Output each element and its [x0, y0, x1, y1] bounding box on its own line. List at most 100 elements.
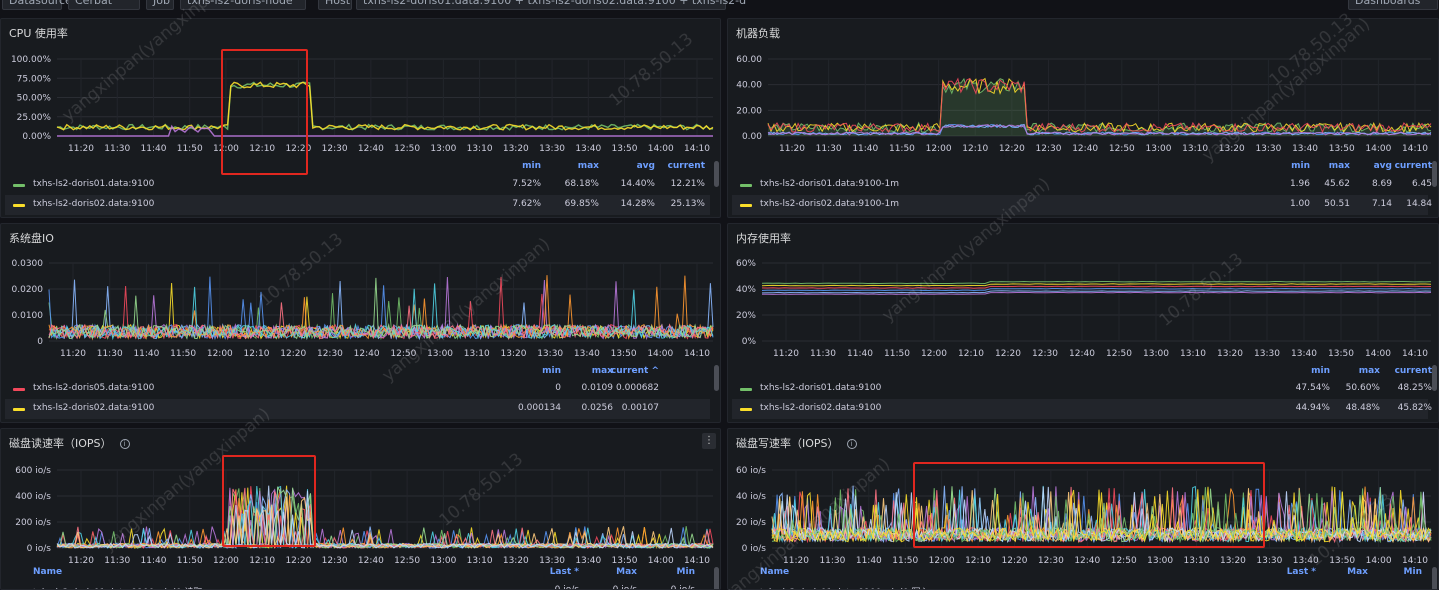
x-tick-label: 13:40 — [575, 556, 601, 566]
y-tick-label: 20 io/s — [736, 518, 766, 528]
x-tick-label: 13:30 — [1256, 556, 1282, 566]
x-tick-label: 12:40 — [354, 349, 380, 359]
legend-value: 68.18% — [564, 179, 599, 189]
host-select[interactable]: txhs-ls2-doris01.data:9100 + txhs-ls2-do… — [356, 0, 746, 10]
series-line — [767, 77, 1432, 134]
x-tick-label: 13:50 — [1328, 349, 1354, 359]
legend-scrollbar[interactable] — [714, 365, 719, 391]
legend-header-3[interactable]: current — [1382, 161, 1432, 171]
variables-bar: Datasource Cerbat Job txhs-ls2-doris-nod… — [0, 0, 1439, 14]
legend-header-2[interactable]: current ^ — [609, 366, 659, 376]
x-tick-label: 13:20 — [1220, 556, 1246, 566]
legend-color-swatch — [740, 388, 752, 391]
x-tick-label: 11:30 — [104, 556, 130, 566]
x-tick-label: 12:40 — [358, 144, 384, 154]
legend-header-0[interactable]: Name — [760, 567, 789, 577]
legend-header-3[interactable]: Min — [1372, 567, 1422, 577]
x-tick-label: 12:30 — [322, 144, 348, 154]
legend-scrollbar[interactable] — [1432, 567, 1437, 589]
legend-header-1[interactable]: max — [563, 366, 613, 376]
legend-value: 0 — [555, 383, 561, 393]
legend-row[interactable]: txhs-ls2-doris01.data:9100-1m 1.96 45.62 8.… — [732, 175, 1432, 195]
legend-value: 25.13% — [670, 199, 705, 209]
y-tick-label: 20% — [736, 311, 756, 321]
legend-header-2[interactable]: current — [1382, 366, 1432, 376]
legend-header-1[interactable]: Last * — [529, 567, 579, 577]
panel-system-disk-io: 系统盘IO 0.0300 0.0200 0.0100 0 11:20 11:30 11:40… — [0, 223, 721, 423]
legend-series-name: txhs-ls2-doris02.data:9100 — [33, 199, 155, 209]
legend-header-3[interactable]: current — [655, 161, 705, 171]
series-line — [56, 485, 714, 549]
datasource-select[interactable]: Cerbat — [68, 0, 140, 10]
x-tick-label: 13:10 — [1184, 556, 1210, 566]
x-tick-label: 12:30 — [1032, 349, 1058, 359]
legend-scrollbar[interactable] — [1432, 161, 1437, 187]
y-tick-label: 0 io/s — [742, 544, 767, 554]
legend-value: 14.84 — [1406, 199, 1432, 209]
legend-header-2[interactable]: Max — [587, 567, 637, 577]
panel-machine-load: 机器负载 60.00 40.00 20.00 0.00 11:20 11:30 11:40 1… — [727, 18, 1439, 218]
legend-value: 48.25% — [1397, 383, 1432, 393]
x-tick-label: 12:20 — [280, 349, 306, 359]
x-tick-label: 13:30 — [539, 556, 565, 566]
legend-header-0[interactable]: min — [1280, 366, 1330, 376]
x-tick-label: 12:20 — [995, 349, 1021, 359]
x-tick-label: 11:40 — [141, 144, 167, 154]
legend-row[interactable]: txhs-ls2-doris01.data:9100_nbd0 写入 — [732, 581, 1428, 589]
x-tick-label: 13:00 — [430, 144, 456, 154]
x-tick-label: 14:00 — [647, 349, 673, 359]
panel-memory-usage: 内存使用率 60% 40% 20% 0% 11:20 11:30 11:40 11:50 12:… — [727, 223, 1439, 423]
x-tick-label: 13:50 — [1329, 556, 1355, 566]
x-tick-label: 13:40 — [1291, 349, 1317, 359]
datasource-label: Datasource — [2, 0, 72, 10]
x-tick-label: 12:00 — [929, 556, 955, 566]
legend-header-0[interactable]: Name — [33, 567, 62, 577]
legend-header-1[interactable]: Last * — [1266, 567, 1316, 577]
legend-row[interactable]: txhs-ls2-doris01.data:9100_nbd0 读取 0 io/s… — [5, 581, 710, 589]
x-tick-label: 13:00 — [1143, 349, 1169, 359]
legend-row[interactable]: txhs-ls2-doris02.data:9100 0.000134 0.0256… — [5, 399, 710, 419]
dashboards-link[interactable]: Dashboards — [1348, 0, 1438, 10]
legend-header-1[interactable]: max — [549, 161, 599, 171]
series-line — [56, 502, 714, 550]
legend-row[interactable]: txhs-ls2-doris02.data:9100 44.94% 48.48% 45… — [732, 399, 1432, 419]
legend-row[interactable]: txhs-ls2-doris02.data:9100-1m 1.00 50.51 7.… — [732, 195, 1432, 215]
x-tick-label: 12:40 — [1074, 556, 1100, 566]
legend-value: 45.82% — [1397, 403, 1432, 413]
legend-value: 69.85% — [564, 199, 599, 209]
x-tick-label: 14:10 — [1402, 144, 1428, 154]
legend-row[interactable]: txhs-ls2-doris01.data:9100 47.54% 50.60% 48… — [732, 379, 1432, 399]
x-tick-label: 11:30 — [97, 349, 123, 359]
legend-value: 0.000134 — [518, 403, 561, 413]
x-tick-label: 12:30 — [1036, 144, 1062, 154]
legend-header-0[interactable]: min — [491, 161, 541, 171]
series-line — [56, 488, 714, 549]
job-select[interactable]: txhs-ls2-doris-node — [180, 0, 306, 10]
x-tick-label: 12:20 — [1002, 556, 1028, 566]
legend-color-swatch — [740, 184, 752, 187]
x-tick-label: 14:10 — [1402, 556, 1428, 566]
legend-row[interactable]: txhs-ls2-doris02.data:9100 7.62% 69.85% 14.… — [5, 195, 710, 215]
legend-value: 0.000682 — [616, 383, 659, 393]
legend-scrollbar[interactable] — [714, 161, 719, 187]
legend-row[interactable]: txhs-ls2-doris05.data:9100 0 0.0109 0.00068… — [5, 379, 710, 399]
y-tick-label: 0.00 — [742, 132, 762, 142]
series-line — [56, 488, 714, 549]
x-tick-label: 13:40 — [1293, 556, 1319, 566]
legend-value: 50.60% — [1345, 383, 1380, 393]
legend-scrollbar[interactable] — [714, 567, 719, 589]
y-tick-label: 200 io/s — [15, 518, 51, 528]
legend-series-name: txhs-ls2-doris05.data:9100 — [33, 383, 155, 393]
legend-row[interactable]: txhs-ls2-doris01.data:9100 7.52% 68.18% 14.… — [5, 175, 710, 195]
series-line — [56, 485, 714, 550]
series-line — [761, 285, 1432, 289]
legend-header-3[interactable]: Min — [645, 567, 695, 577]
legend-header-2[interactable]: Max — [1318, 567, 1368, 577]
x-tick-label: 14:00 — [648, 144, 674, 154]
series-line — [767, 77, 1432, 134]
legend-header-1[interactable]: max — [1330, 366, 1380, 376]
legend-header-2[interactable]: avg — [605, 161, 655, 171]
legend-scrollbar[interactable] — [1432, 365, 1437, 391]
legend-header-0[interactable]: min — [511, 366, 561, 376]
highlight-box-disk-read — [222, 455, 316, 547]
